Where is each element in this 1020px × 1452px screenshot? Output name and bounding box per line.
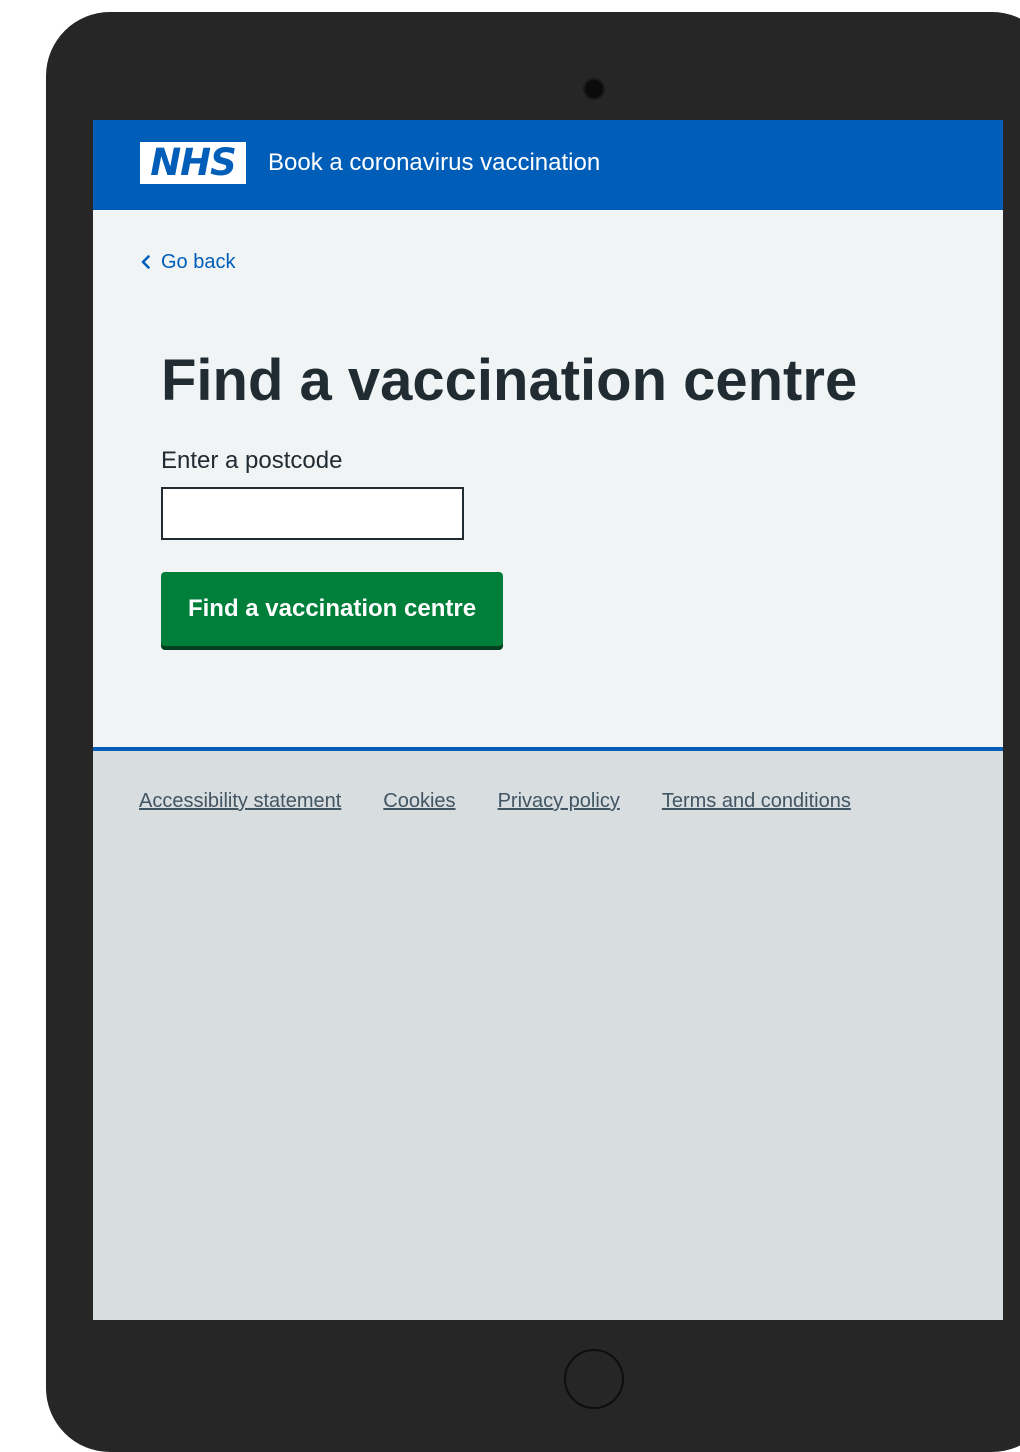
back-link[interactable]: Go back: [139, 250, 235, 274]
home-button[interactable]: [564, 1349, 624, 1409]
camera-icon: [583, 78, 605, 100]
site-header: NHS Book a coronavirus vaccination: [93, 120, 1003, 210]
browser-screen: NHS Book a coronavirus vaccination Go ba…: [93, 120, 1003, 1320]
footer-links: Accessibility statement Cookies Privacy …: [139, 789, 851, 813]
footer-link-privacy[interactable]: Privacy policy: [498, 789, 620, 813]
site-footer: Accessibility statement Cookies Privacy …: [93, 747, 1003, 1320]
back-link-label: Go back: [161, 251, 236, 273]
nhs-logo[interactable]: NHS: [140, 142, 246, 184]
footer-link-terms[interactable]: Terms and conditions: [662, 789, 851, 813]
postcode-label: Enter a postcode: [161, 447, 343, 474]
footer-link-accessibility[interactable]: Accessibility statement: [139, 789, 341, 813]
chevron-left-icon: [141, 255, 150, 269]
service-name[interactable]: Book a coronavirus vaccination: [268, 148, 600, 178]
find-vaccination-centre-button[interactable]: Find a vaccination centre: [161, 572, 503, 646]
postcode-input[interactable]: [161, 487, 464, 540]
page-title: Find a vaccination centre: [161, 348, 858, 413]
footer-link-cookies[interactable]: Cookies: [383, 789, 455, 813]
